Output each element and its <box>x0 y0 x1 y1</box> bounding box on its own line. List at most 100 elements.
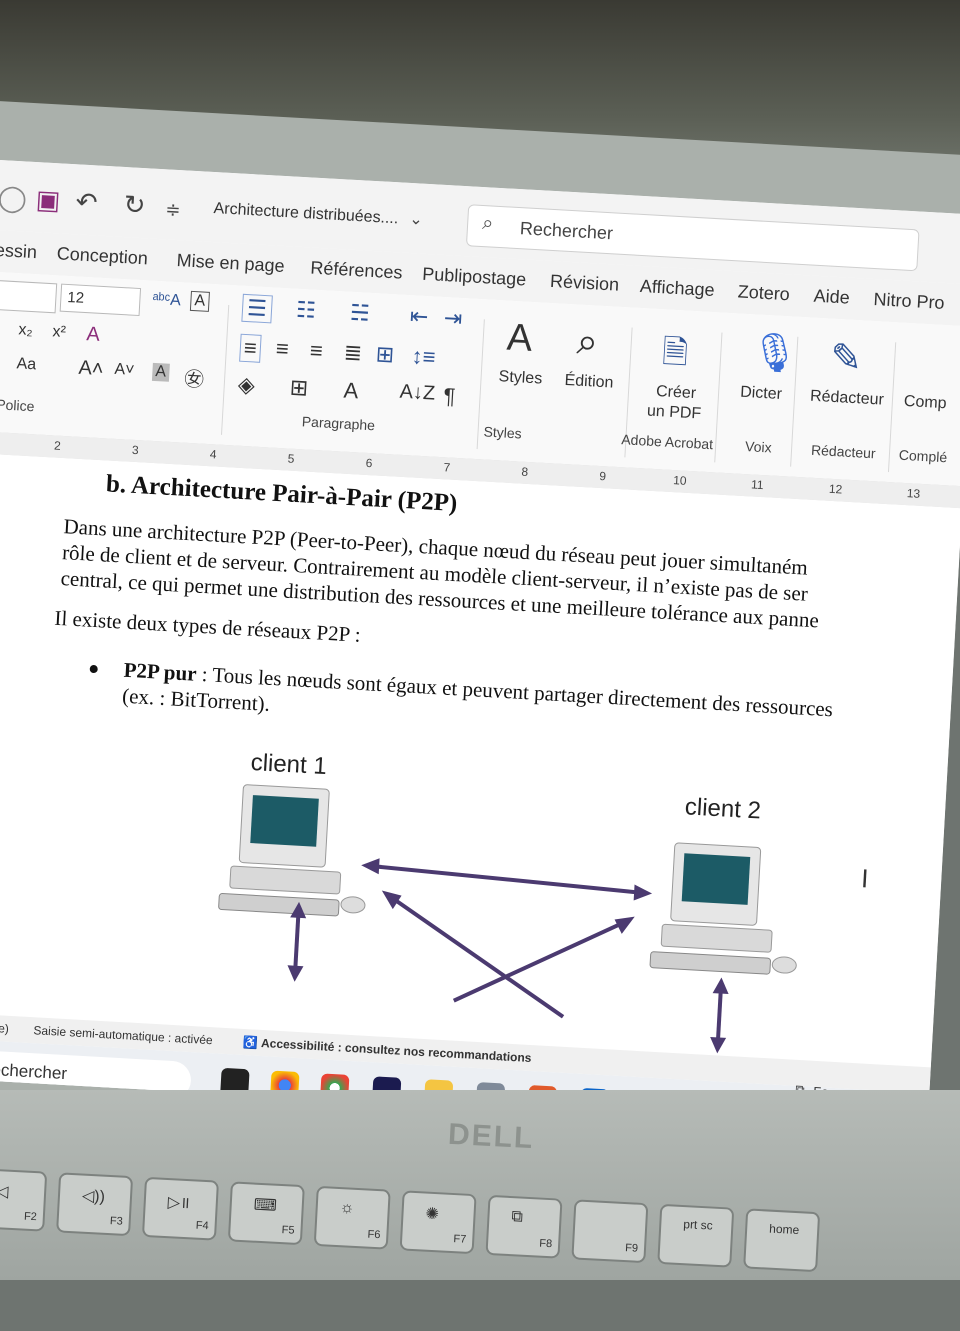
key-f8[interactable]: ⧉ F8 <box>485 1194 563 1259</box>
undo-icon[interactable]: ↶ <box>75 186 98 218</box>
key-f5[interactable]: ⌨ F5 <box>227 1181 305 1246</box>
group-paragraphe-label: Paragraphe <box>301 413 376 434</box>
search-placeholder: Rechercher <box>519 218 614 244</box>
chevron-down-icon[interactable]: ⌄ <box>409 209 424 230</box>
save-icon[interactable]: ▣ <box>35 184 61 216</box>
pilcrow-icon[interactable]: ¶ <box>443 383 456 410</box>
ruler-number: 7 <box>443 460 451 475</box>
tab-conception[interactable]: Conception <box>56 243 148 269</box>
tab-mise-en-page[interactable]: Mise en page <box>176 250 285 277</box>
pdf-icon[interactable]: 🗎 <box>661 329 690 384</box>
group-voix-label: Voix <box>744 438 773 456</box>
create-pdf-line2[interactable]: un PDF <box>646 403 702 424</box>
text-cursor-icon: I <box>860 863 870 894</box>
key-f2[interactable]: ◁ F2 <box>0 1167 48 1232</box>
autosave-status[interactable]: Saisie semi-automatique : activée <box>33 1023 213 1047</box>
tab-references[interactable]: Références <box>310 258 403 284</box>
bullet-dot <box>89 664 98 674</box>
redo-icon[interactable]: ↻ <box>123 189 146 221</box>
tab-nitro-pro[interactable]: Nitro Pro <box>873 289 945 314</box>
ruler-number: 4 <box>209 447 217 462</box>
styles-icon[interactable]: A <box>506 317 534 361</box>
document-page[interactable]: b. Architecture Pair-à-Pair (P2P) Dans u… <box>0 453 960 1068</box>
ruler-number: 5 <box>287 451 295 466</box>
ruler-number: 3 <box>131 442 140 458</box>
shrink-font-icon[interactable]: A˅ <box>114 361 135 380</box>
edition-button[interactable]: Édition <box>564 372 614 393</box>
dictate-button[interactable]: Dicter <box>740 384 783 404</box>
language-status[interactable]: is (France) <box>0 1019 9 1036</box>
customize-qat-icon[interactable]: ≑ <box>165 199 181 221</box>
justify-icon[interactable]: ≣ <box>343 340 363 367</box>
divider <box>887 342 897 473</box>
key-f7[interactable]: ✺ F7 <box>399 1190 477 1255</box>
decrease-indent-icon[interactable]: ⇤ <box>409 303 429 330</box>
edition-search-icon[interactable]: ⌕ <box>576 321 600 365</box>
key-f3[interactable]: ◁)) F3 <box>56 1172 134 1237</box>
tab-zotero[interactable]: Zotero <box>737 281 790 305</box>
group-police-label: Police <box>0 396 35 415</box>
complements-button[interactable]: Comp <box>903 393 947 413</box>
circle-icon[interactable]: ◯ <box>0 182 28 215</box>
shading-icon[interactable]: ◈ <box>237 372 255 399</box>
tab-publipostage[interactable]: Publipostage <box>422 264 527 291</box>
ruler-number: 8 <box>521 464 529 479</box>
key-f4[interactable]: ▷॥ F4 <box>141 1176 219 1241</box>
styles-button[interactable]: Styles <box>498 368 542 388</box>
subscript-button[interactable]: x₂ <box>18 321 33 340</box>
distributed-icon[interactable]: ⊞ <box>375 341 395 368</box>
increase-indent-icon[interactable]: ⇥ <box>443 305 463 332</box>
multilevel-list-icon[interactable]: ☵ <box>349 300 370 327</box>
text-effects-icon[interactable]: A <box>86 323 101 347</box>
superscript-button[interactable]: x² <box>52 323 66 342</box>
align-center-icon[interactable]: ≡ <box>275 336 289 363</box>
key-prtsc[interactable]: prt sc <box>657 1203 735 1268</box>
clear-format-icon[interactable]: ᵃᵇᶜA <box>152 291 181 311</box>
dell-logo: DELL <box>447 1117 536 1156</box>
tab-aide[interactable]: Aide <box>813 286 850 309</box>
key-f6[interactable]: ☼ F6 <box>313 1185 391 1250</box>
group-adobe-label: Adobe Acrobat <box>620 431 714 453</box>
ruler-number: 10 <box>672 473 687 488</box>
numbering-icon[interactable]: ☷ <box>295 297 316 324</box>
font-name-field[interactable] <box>0 279 58 314</box>
accessibility-icon[interactable]: ♿ <box>243 1035 259 1050</box>
document-title[interactable]: Architecture distribuées.... <box>213 200 399 228</box>
bullets-icon[interactable]: ☰ <box>241 293 273 324</box>
change-case-button[interactable]: Aa <box>16 355 36 374</box>
ruler-number: 9 <box>598 468 607 484</box>
ruler-number: 11 <box>750 477 764 493</box>
phonetic-icon[interactable]: ㊛ <box>183 363 205 393</box>
section-heading: b. Architecture Pair-à-Pair (P2P) <box>105 470 459 518</box>
tab-dessin[interactable]: essin <box>0 240 37 263</box>
create-pdf-line1[interactable]: Créer <box>656 383 697 403</box>
sort-icon[interactable]: A↓Z <box>399 381 436 406</box>
tab-affichage[interactable]: Affichage <box>639 276 715 301</box>
tab-revision[interactable]: Révision <box>549 271 620 296</box>
borders-icon[interactable]: ⊞ <box>289 375 309 402</box>
text-box-icon[interactable]: A <box>189 290 210 312</box>
ruler-number: 6 <box>365 455 373 471</box>
key-f9[interactable]: F9 <box>571 1199 649 1264</box>
group-styles-label: Styles <box>483 423 523 442</box>
computer-icon <box>649 842 797 975</box>
text-direction-icon[interactable]: A <box>343 378 359 405</box>
font-size-field[interactable]: 12 <box>59 283 142 317</box>
highlight-icon[interactable]: A <box>151 362 170 382</box>
bullet-bold-term: P2P pur <box>123 657 198 686</box>
align-right-icon[interactable]: ≡ <box>309 338 323 365</box>
grow-font-icon[interactable]: A˄ <box>78 357 104 381</box>
group-complements-label: Complé <box>898 446 948 466</box>
redacteur-button[interactable]: Rédacteur <box>810 388 885 410</box>
microphone-icon[interactable]: 🎙 <box>749 330 800 377</box>
group-redacteur-label: Rédacteur <box>810 441 877 462</box>
divider <box>714 332 723 463</box>
align-left-icon[interactable]: ≡ <box>239 333 262 363</box>
ruler-number: 13 <box>906 486 921 501</box>
line-spacing-icon[interactable]: ↕≡ <box>411 343 436 370</box>
key-home[interactable]: home <box>743 1208 821 1273</box>
laptop-screen: ◯ ▣ ↶ ↻ ≑ Architecture distribuées.... ⌄… <box>0 160 960 1134</box>
ruler-number: 12 <box>828 481 843 497</box>
pen-icon[interactable]: ✎ <box>829 335 863 382</box>
divider <box>221 304 230 435</box>
